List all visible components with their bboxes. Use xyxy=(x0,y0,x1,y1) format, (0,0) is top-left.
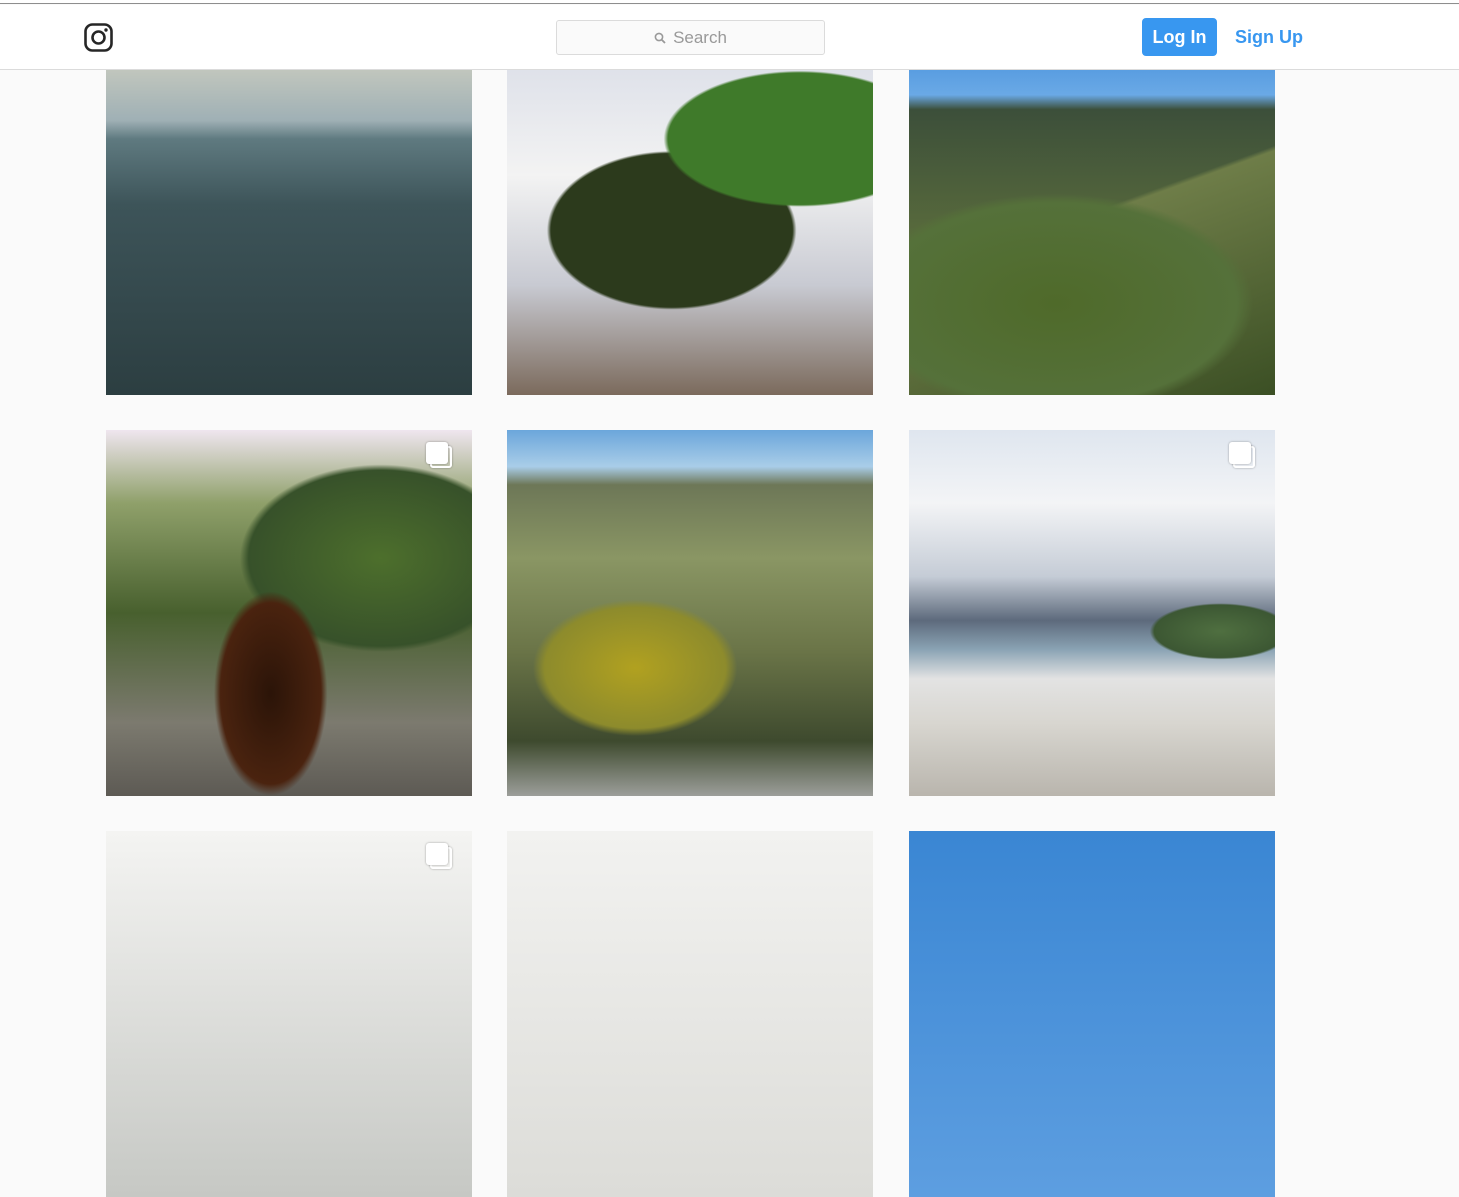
photo-grid xyxy=(0,0,1459,1197)
photo-tile[interactable] xyxy=(106,29,472,395)
photo-tile[interactable] xyxy=(106,430,472,796)
instagram-icon[interactable] xyxy=(84,23,113,52)
signup-link[interactable]: Sign Up xyxy=(1235,18,1303,56)
carousel-icon xyxy=(426,843,456,873)
photo-tile[interactable] xyxy=(909,29,1275,395)
top-navigation-bar: Search Log In Sign Up xyxy=(0,5,1459,70)
carousel-icon xyxy=(1229,442,1259,472)
photo-tile[interactable] xyxy=(507,831,873,1197)
search-icon xyxy=(654,32,666,44)
photo-tile[interactable] xyxy=(507,430,873,796)
search-placeholder: Search xyxy=(673,27,727,47)
carousel-icon xyxy=(426,442,456,472)
photo-tile[interactable] xyxy=(106,831,472,1197)
photo-tile[interactable] xyxy=(909,430,1275,796)
search-input[interactable]: Search xyxy=(556,20,825,55)
photo-tile[interactable] xyxy=(909,831,1275,1197)
login-button[interactable]: Log In xyxy=(1142,18,1217,56)
photo-tile[interactable] xyxy=(507,29,873,395)
